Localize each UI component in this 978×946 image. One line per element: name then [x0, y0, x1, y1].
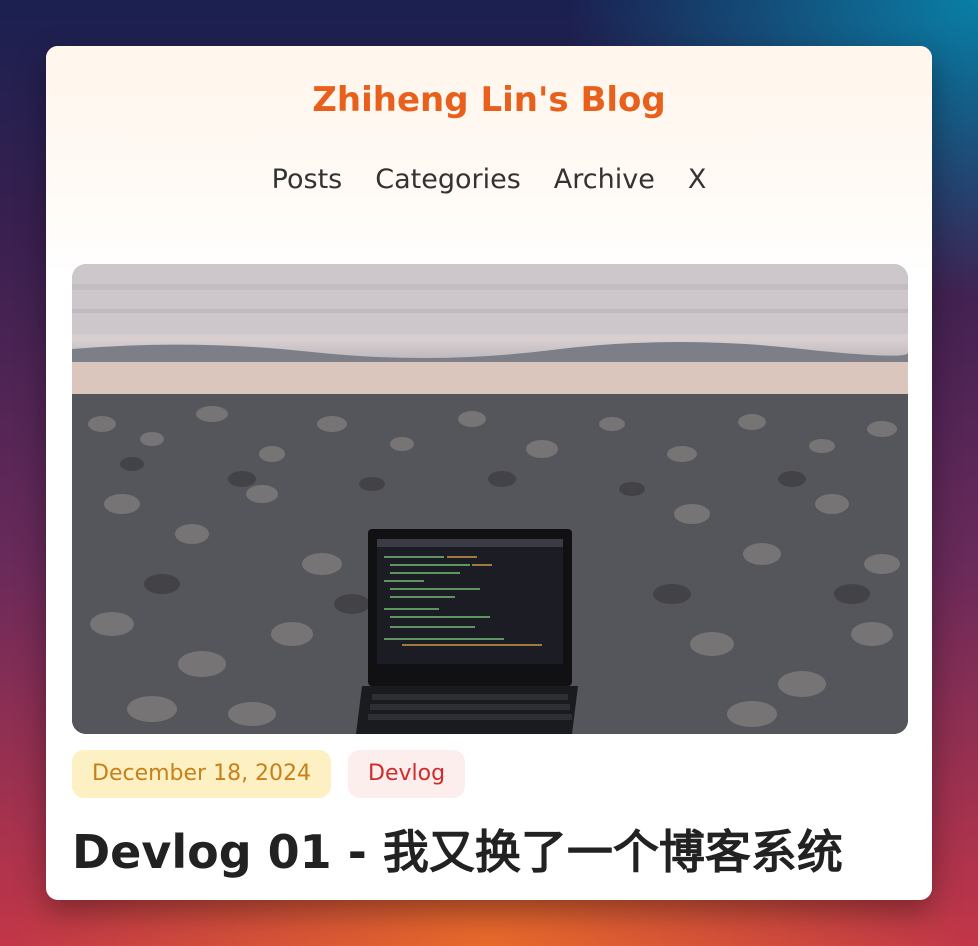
nav-x[interactable]: X — [688, 164, 707, 195]
nav-posts[interactable]: Posts — [272, 164, 343, 195]
post-date-badge: December 18, 2024 — [72, 750, 332, 798]
site-title[interactable]: Zhiheng Lin's Blog — [46, 80, 932, 120]
main-nav: Posts Categories Archive X — [46, 164, 932, 195]
nav-archive[interactable]: Archive — [554, 164, 655, 195]
site-header: Zhiheng Lin's Blog Posts Categories Arch… — [46, 46, 932, 276]
nav-categories[interactable]: Categories — [375, 164, 521, 195]
post-category-badge[interactable]: Devlog — [348, 750, 466, 798]
post-card: Zhiheng Lin's Blog Posts Categories Arch… — [46, 46, 932, 900]
tablet-laptop-graphic — [356, 529, 578, 734]
post-cover-image[interactable] — [72, 264, 908, 734]
cover-photo-illustration — [72, 264, 908, 734]
post-title[interactable]: Devlog 01 - 我又换了一个博客系统 — [72, 816, 843, 882]
post-meta: December 18, 2024 Devlog — [72, 750, 466, 798]
